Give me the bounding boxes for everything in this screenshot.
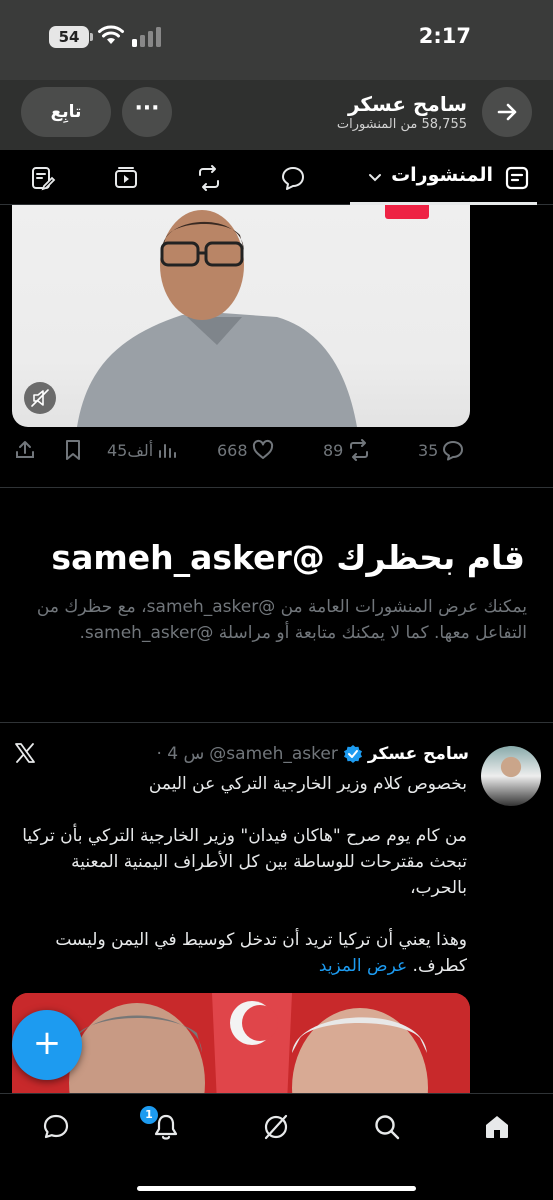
heart-icon (252, 439, 273, 459)
repost-tab-icon[interactable] (195, 164, 223, 192)
bookmark-icon[interactable] (62, 436, 84, 464)
wifi-icon (98, 25, 124, 44)
divider (0, 722, 553, 723)
views-label: 45ألف (107, 440, 154, 460)
repost-button[interactable]: 89 (323, 436, 371, 464)
tab-posts[interactable]: المنشورات (350, 150, 537, 205)
views-count[interactable]: 45ألف (107, 436, 177, 464)
messages-icon[interactable] (41, 1112, 71, 1142)
status-bar: 54 2:17 (0, 0, 553, 80)
reply-icon (443, 441, 464, 461)
tweet-time: · 4 س (156, 744, 205, 764)
articles-icon[interactable] (28, 164, 56, 192)
views-icon (159, 444, 177, 458)
tweet-handle: @sameh_asker (209, 744, 338, 764)
verified-badge-icon (343, 745, 362, 763)
video-player[interactable] (12, 205, 470, 427)
compose-button[interactable]: + (12, 1010, 82, 1080)
chevron-down-icon (369, 174, 381, 182)
repost-icon (350, 439, 369, 461)
home-indicator (137, 1186, 416, 1191)
replies-tab-icon[interactable] (279, 164, 307, 192)
video-frame (77, 210, 357, 427)
mute-icon (31, 389, 49, 407)
signal-icon (132, 27, 161, 47)
like-button[interactable]: 668 (217, 436, 274, 464)
profile-header: تابِع ··· سامح عسكر 58,755 من المنشورات (0, 80, 553, 150)
share-icon[interactable] (13, 436, 37, 464)
reposts-label: 89 (323, 440, 344, 460)
post-actions: 45ألف 668 89 35 (0, 436, 553, 466)
arrow-right-icon (497, 103, 517, 121)
reply-button[interactable]: 35 (418, 436, 464, 464)
tweet-header: سامح عسكر @sameh_asker · 4 س (157, 744, 470, 764)
post-count: 58,755 من المنشورات (336, 117, 467, 132)
notification-badge: 1 (140, 1106, 158, 1124)
home-icon[interactable] (482, 1112, 512, 1142)
tweet-body-text: بخصوص كلام وزير الخارجية التركي عن اليمن… (22, 774, 467, 976)
bottom-nav: 1 (0, 1093, 553, 1200)
grok-icon[interactable] (261, 1112, 291, 1142)
blocked-description: يمكنك عرض المنشورات العامة من @sameh_ask… (36, 597, 527, 643)
tweet-text[interactable]: بخصوص كلام وزير الخارجية التركي عن اليمن… (21, 771, 467, 979)
profile-name: سامح عسكر (347, 92, 467, 116)
posts-tab-icon (505, 166, 529, 190)
blocked-title: قام بحظرك @sameh_asker (51, 538, 525, 577)
back-button[interactable] (482, 87, 532, 137)
tweet-author-name[interactable]: سامح عسكر (368, 744, 469, 764)
likes-label: 668 (217, 440, 248, 460)
tab-posts-label: المنشورات (391, 164, 493, 186)
follow-button[interactable]: تابِع (21, 87, 111, 137)
show-more-link[interactable]: عرض المزيد (319, 956, 407, 976)
search-icon[interactable] (372, 1112, 402, 1142)
more-options-button[interactable]: ··· (122, 87, 172, 137)
avatar[interactable] (481, 746, 541, 806)
battery-indicator: 54 (49, 26, 93, 48)
replies-label: 35 (418, 440, 439, 460)
profile-tabs: المنشورات (0, 150, 553, 205)
media-tab-icon[interactable] (112, 164, 140, 192)
clock: 2:17 (418, 24, 471, 48)
divider (0, 487, 553, 488)
x-logo-icon (15, 743, 35, 763)
mute-button[interactable] (24, 382, 56, 414)
